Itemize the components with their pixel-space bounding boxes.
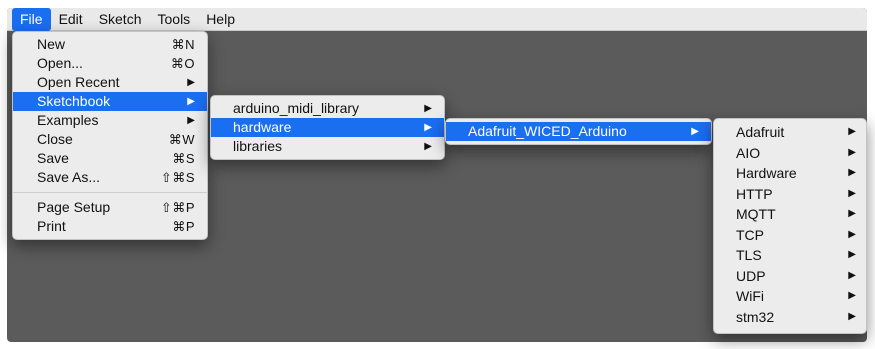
menu-item-tcp[interactable]: TCP ▶ <box>714 225 866 246</box>
menu-file[interactable]: File <box>12 8 51 31</box>
menu-item-wifi[interactable]: WiFi ▶ <box>714 286 866 307</box>
menu-item-label: Print <box>37 218 66 234</box>
submenu-arrow-icon: ▶ <box>691 126 699 137</box>
menu-item-label: libraries <box>233 138 283 154</box>
submenu-arrow-icon: ▶ <box>187 115 195 126</box>
submenu-arrow-icon: ▶ <box>848 187 856 199</box>
submenu-arrow-icon: ▶ <box>848 310 856 322</box>
shortcut-label: ⌘O <box>170 56 195 71</box>
menu-item-label: UDP <box>736 267 766 284</box>
submenu-arrow-icon: ▶ <box>848 249 856 260</box>
menu-item-libraries[interactable]: libraries ▶ <box>211 137 444 156</box>
menu-item-label: Open... <box>37 55 83 71</box>
shortcut-label: ⇧⌘S <box>160 170 195 185</box>
submenu-arrow-icon: ▶ <box>848 167 856 178</box>
menu-item-label: Adafruit <box>736 124 785 140</box>
shortcut-label: ⌘W <box>168 132 195 147</box>
file-dropdown-menu: New ⌘N Open... ⌘O Open Recent ▶ Sketchbo… <box>12 31 208 240</box>
menu-item-label: Save <box>37 150 69 166</box>
menu-item-label: AIO <box>736 144 761 161</box>
submenu-arrow-icon: ▶ <box>424 122 432 133</box>
submenu-arrow-icon: ▶ <box>187 77 195 88</box>
menu-item-hardware[interactable]: hardware ▶ <box>211 118 444 137</box>
shortcut-label: ⌘N <box>171 37 195 52</box>
menu-item-label: Open Recent <box>37 74 120 90</box>
menu-item-hardware-examples[interactable]: Hardware ▶ <box>714 163 866 184</box>
submenu-arrow-icon: ▶ <box>424 141 432 152</box>
menu-item-label: Page Setup <box>37 199 111 215</box>
menu-item-adafruit-wiced-arduino[interactable]: Adafruit_WICED_Arduino ▶ <box>446 122 711 141</box>
menu-item-label: hardware <box>233 119 292 135</box>
submenu-arrow-icon: ▶ <box>848 269 856 281</box>
menu-item-udp[interactable]: UDP ▶ <box>714 266 866 287</box>
menu-item-label: arduino_midi_library <box>233 100 360 116</box>
menu-help[interactable]: Help <box>198 8 243 31</box>
menu-item-adafruit[interactable]: Adafruit ▶ <box>714 122 866 143</box>
menu-separator <box>13 192 207 193</box>
menu-item-save[interactable]: Save ⌘S <box>13 149 207 168</box>
shortcut-label: ⇧⌘P <box>160 200 195 215</box>
shortcut-label: ⌘P <box>172 219 195 234</box>
menu-bar: File Edit Sketch Tools Help <box>7 8 867 31</box>
menu-item-arduino-midi-library[interactable]: arduino_midi_library ▶ <box>211 99 444 118</box>
menu-item-label: HTTP <box>736 185 773 202</box>
submenu-arrow-icon: ▶ <box>848 208 856 219</box>
shortcut-label: ⌘S <box>172 151 195 166</box>
menu-item-page-setup[interactable]: Page Setup ⇧⌘P <box>13 198 207 217</box>
menu-item-label: stm32 <box>736 308 775 325</box>
menu-item-close[interactable]: Close ⌘W <box>13 130 207 149</box>
menu-item-mqtt[interactable]: MQTT ▶ <box>714 204 866 225</box>
menu-item-label: TLS <box>736 247 762 263</box>
submenu-arrow-icon: ▶ <box>848 146 856 158</box>
menu-item-open[interactable]: Open... ⌘O <box>13 54 207 73</box>
menu-item-print[interactable]: Print ⌘P <box>13 217 207 236</box>
menu-sketch[interactable]: Sketch <box>91 8 150 31</box>
menu-item-label: TCP <box>736 226 764 243</box>
menu-item-aio[interactable]: AIO ▶ <box>714 143 866 164</box>
submenu-arrow-icon: ▶ <box>848 290 856 301</box>
menu-item-label: Hardware <box>736 165 797 181</box>
menu-edit[interactable]: Edit <box>51 8 91 31</box>
menu-item-label: MQTT <box>736 206 776 222</box>
menu-item-label: Close <box>37 131 73 147</box>
menu-item-save-as[interactable]: Save As... ⇧⌘S <box>13 168 207 187</box>
submenu-arrow-icon: ▶ <box>848 228 856 240</box>
menu-item-http[interactable]: HTTP ▶ <box>714 184 866 205</box>
menu-item-tls[interactable]: TLS ▶ <box>714 245 866 266</box>
menu-item-label: Adafruit_WICED_Arduino <box>468 123 627 139</box>
submenu-arrow-icon: ▶ <box>848 126 856 137</box>
menu-item-label: Sketchbook <box>37 93 111 109</box>
menu-item-label: Save As... <box>37 169 101 185</box>
submenu-arrow-icon: ▶ <box>424 103 432 114</box>
sketchbook-submenu: arduino_midi_library ▶ hardware ▶ librar… <box>210 95 445 160</box>
menu-tools[interactable]: Tools <box>150 8 199 31</box>
submenu-arrow-icon: ▶ <box>187 96 195 107</box>
menu-item-stm32[interactable]: stm32 ▶ <box>714 307 866 328</box>
menu-item-examples[interactable]: Examples ▶ <box>13 111 207 130</box>
hardware-submenu: Adafruit_WICED_Arduino ▶ <box>445 118 712 145</box>
menu-item-new[interactable]: New ⌘N <box>13 35 207 54</box>
menu-item-label: WiFi <box>736 288 764 304</box>
menu-item-open-recent[interactable]: Open Recent ▶ <box>13 73 207 92</box>
menu-item-sketchbook[interactable]: Sketchbook ▶ <box>13 92 207 111</box>
adafruit-wiced-submenu: Adafruit ▶ AIO ▶ Hardware ▶ HTTP ▶ MQTT … <box>713 118 867 334</box>
menu-item-label: Examples <box>37 112 99 128</box>
menu-item-label: New <box>37 36 66 52</box>
